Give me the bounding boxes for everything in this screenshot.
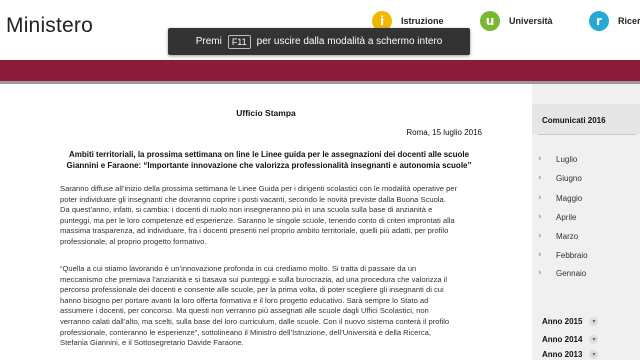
chevron-right-icon: ›	[538, 250, 542, 260]
month-label: Marzo	[556, 231, 579, 241]
text-line: meccanismo che premiava l’anzianità e si…	[60, 274, 448, 284]
chevron-right-icon: ›	[538, 173, 542, 183]
nav-ricerca[interactable]: r Ricer	[589, 10, 640, 32]
fullscreen-toast: Premi F11 per uscire dalla modalità a sc…	[168, 28, 470, 55]
text-line: hanno bisogno per portare avanti la loro…	[60, 295, 429, 305]
nav-universita[interactable]: u Università	[480, 10, 553, 32]
text-line: Da quest’anno, infatti, si cambia: i doc…	[60, 205, 433, 215]
text-line: assumere i docenti, per concorso. Ma que…	[60, 306, 429, 316]
month-label: Luglio	[556, 154, 578, 164]
universita-icon: u	[480, 11, 500, 31]
sidebar-year-2013[interactable]: Anno 2013 ▾	[542, 348, 599, 360]
text-line: professionale, conteranno le esperienze”…	[60, 327, 432, 337]
month-label: Febbraio	[556, 250, 588, 260]
sidebar-item-aprile[interactable]: › Aprile	[538, 211, 576, 223]
toast-text-after: per uscire dalla modalità a schermo inte…	[256, 36, 443, 47]
month-label: Aprile	[556, 212, 577, 222]
chevron-right-icon: ›	[538, 212, 542, 222]
chevron-down-icon: ▾	[589, 316, 599, 326]
paragraph-2: “Quella a cui stiamo lavorando è un’inno…	[60, 264, 480, 349]
text-line: percorso professionale dei docenti e con…	[60, 285, 444, 295]
sidebar-year-2014[interactable]: Anno 2014 ▾	[542, 333, 599, 345]
article-headline: Ambiti territoriali, la prossima settima…	[60, 150, 478, 171]
ricerca-icon: r	[589, 11, 609, 31]
nav-istruzione-label: Istruzione	[401, 16, 444, 26]
sidebar-divider	[538, 134, 636, 135]
nav-ricerca-label: Ricer	[618, 16, 640, 26]
text-line: professionale, al proprio progetto forma…	[60, 236, 207, 246]
sidebar-year-2015[interactable]: Anno 2015 ▾	[542, 315, 599, 327]
sidebar-item-maggio[interactable]: › Maggio	[538, 192, 582, 204]
sidebar: Comunicati 2016 › Luglio › Giugno › Magg…	[532, 84, 640, 360]
text-line: punteggi, ma per le loro competenze ed e…	[60, 215, 455, 225]
nav-universita-label: Università	[509, 16, 553, 26]
f11-key: F11	[227, 34, 251, 49]
office-heading: Ufficio Stampa	[236, 108, 296, 118]
sidebar-item-marzo[interactable]: › Marzo	[538, 230, 578, 242]
paragraph-1: Saranno diffuse all’inizio della prossim…	[60, 184, 480, 248]
text-line: poter individuare gli insegnanti che dov…	[60, 194, 446, 204]
chevron-down-icon: ▾	[589, 334, 599, 344]
text-line: massima trasparenza, ad individuare, fra…	[60, 226, 449, 236]
month-label: Maggio	[556, 193, 583, 203]
article-main: Ufficio Stampa Roma, 15 luglio 2016 Ambi…	[0, 84, 532, 360]
sidebar-title: Comunicati 2016	[542, 116, 606, 125]
toast-text-before: Premi	[195, 36, 222, 47]
chevron-down-icon: ▾	[589, 349, 599, 359]
sidebar-item-febbraio[interactable]: › Febbraio	[538, 249, 588, 261]
year-label: Anno 2013	[542, 349, 583, 359]
text-line: verranno calati dall’alto, ma scelti, su…	[60, 316, 450, 326]
chevron-right-icon: ›	[538, 193, 542, 203]
month-label: Gennaio	[556, 268, 587, 278]
year-label: Anno 2014	[542, 334, 583, 344]
month-label: Giugno	[556, 173, 582, 183]
dateline: Roma, 15 luglio 2016	[406, 128, 482, 137]
text-line: “Quella a cui stiamo lavorando è un’inno…	[60, 264, 417, 273]
text-line: Stefania Giannini, e il Sottosegretario …	[60, 338, 244, 348]
site-title[interactable]: Ministero	[6, 14, 93, 38]
sidebar-item-giugno[interactable]: › Giugno	[538, 172, 582, 184]
sidebar-item-luglio[interactable]: › Luglio	[538, 153, 577, 165]
chevron-right-icon: ›	[538, 268, 542, 278]
sidebar-item-gennaio[interactable]: › Gennaio	[538, 267, 586, 279]
year-label: Anno 2015	[542, 316, 583, 326]
text-line: Saranno diffuse all’inizio della prossim…	[60, 184, 458, 193]
header-red-bar	[0, 60, 640, 81]
headline-line: Giannini e Faraone: “Importante innovazi…	[66, 160, 472, 170]
chevron-right-icon: ›	[538, 154, 542, 164]
chevron-right-icon: ›	[538, 231, 542, 241]
headline-line: Ambiti territoriali, la prossima settima…	[68, 150, 470, 159]
